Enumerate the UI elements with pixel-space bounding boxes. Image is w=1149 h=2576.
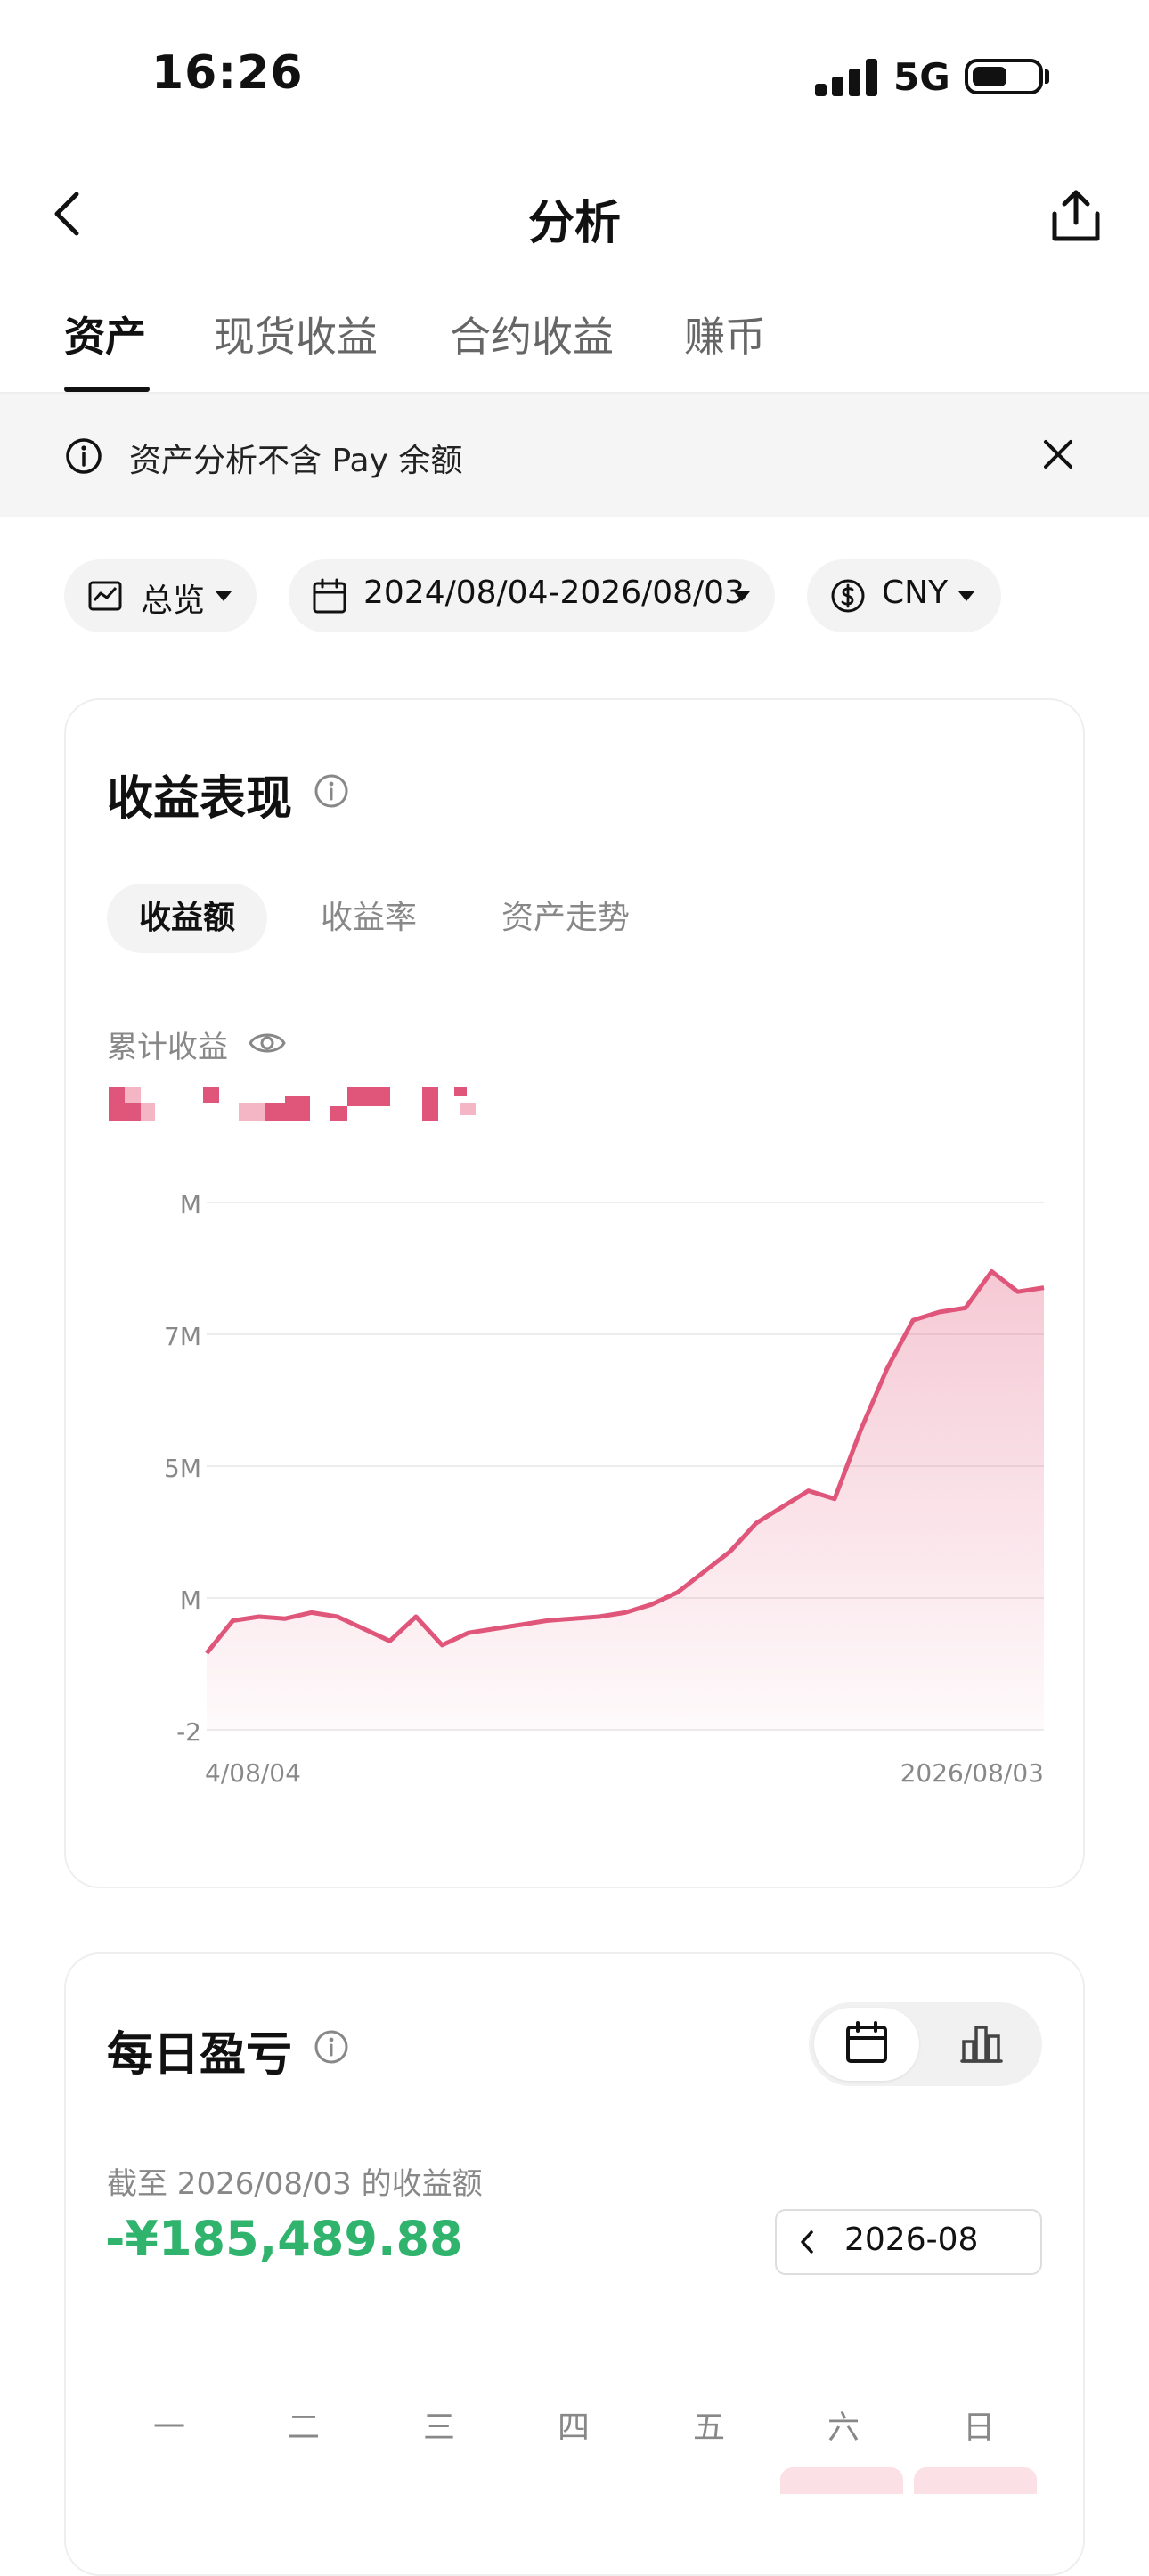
series-area bbox=[207, 1271, 1044, 1730]
masked-value bbox=[109, 1087, 476, 1121]
calendar-icon[interactable] bbox=[844, 2020, 889, 2065]
network-label: 5G bbox=[893, 55, 950, 99]
y-tick-label: M bbox=[180, 1586, 201, 1615]
cumulative-earnings-label: 累计收益 bbox=[107, 1030, 228, 1065]
as-of-label: 截至 2026/08/03 的收益额 bbox=[107, 2166, 483, 2202]
weekday-label: 二 bbox=[287, 2409, 320, 2446]
x-tick-label: 2026/08/03 bbox=[900, 1758, 1044, 1788]
weekday-label: 一 bbox=[152, 2409, 185, 2446]
view-filter-chip[interactable]: 总览 bbox=[64, 559, 257, 632]
info-icon bbox=[66, 438, 102, 474]
tab-contract-earnings[interactable]: 合约收益 bbox=[450, 305, 614, 363]
signal-icon bbox=[815, 59, 877, 96]
weekday-label: 四 bbox=[557, 2409, 590, 2446]
tab-assets[interactable]: 资产 bbox=[64, 305, 146, 363]
dollar-circle-icon bbox=[831, 579, 865, 613]
segment-earnings-amount[interactable]: 收益额 bbox=[107, 884, 267, 953]
currency-label: CNY bbox=[882, 575, 949, 611]
y-tick-label: 5M bbox=[164, 1454, 201, 1483]
notice-text: 资产分析不含 Pay 余额 bbox=[129, 443, 463, 479]
month-label: 2026-08 bbox=[844, 2221, 979, 2258]
date-range-label: 2024/08/04-2026/08/03 bbox=[363, 575, 745, 611]
chevron-left-icon[interactable] bbox=[798, 2229, 816, 2255]
daily-pnl-value: -¥185,489.88 bbox=[105, 2211, 463, 2267]
weekday-label: 日 bbox=[962, 2409, 995, 2446]
calendar-icon bbox=[313, 578, 346, 614]
weekday-label: 五 bbox=[692, 2409, 725, 2446]
x-tick-label: 4/08/04 bbox=[205, 1758, 301, 1788]
currency-chip[interactable]: CNY bbox=[807, 559, 1001, 632]
daily-pnl-title: 每日盈亏 bbox=[107, 2028, 293, 2082]
view-filter-label: 总览 bbox=[141, 583, 206, 619]
info-icon[interactable] bbox=[314, 2029, 349, 2065]
close-icon[interactable] bbox=[1039, 435, 1078, 474]
tab-spot-earnings[interactable]: 现货收益 bbox=[214, 305, 378, 363]
bar-chart-icon[interactable] bbox=[958, 2020, 1005, 2065]
caret-down-icon bbox=[734, 591, 750, 601]
weekday-label: 三 bbox=[422, 2409, 455, 2446]
y-tick-label: -2 bbox=[176, 1717, 201, 1747]
overview-icon bbox=[88, 581, 122, 611]
share-icon[interactable] bbox=[1049, 187, 1103, 244]
segment-asset-trend[interactable]: 资产走势 bbox=[501, 884, 630, 953]
y-tick-label: M bbox=[180, 1190, 201, 1219]
weekday-label: 六 bbox=[827, 2409, 860, 2446]
battery-tip bbox=[1045, 69, 1049, 84]
date-range-chip[interactable]: 2024/08/04-2026/08/03 bbox=[289, 559, 775, 632]
caret-down-icon bbox=[958, 591, 974, 601]
battery-icon bbox=[965, 59, 1043, 94]
status-time: 16:26 bbox=[151, 46, 304, 100]
caret-down-icon bbox=[216, 591, 232, 601]
earnings-chart: -2 M 5M 7M M 4/08/04 2026/08/03 bbox=[164, 1190, 1045, 1788]
eye-icon[interactable] bbox=[248, 1028, 287, 1058]
performance-title: 收益表现 bbox=[107, 772, 293, 826]
info-icon[interactable] bbox=[314, 773, 349, 809]
tab-earn[interactable]: 赚币 bbox=[684, 305, 766, 363]
page-title: 分析 bbox=[527, 197, 621, 250]
segment-earnings-rate[interactable]: 收益率 bbox=[321, 884, 417, 953]
y-tick-label: 7M bbox=[164, 1322, 201, 1351]
